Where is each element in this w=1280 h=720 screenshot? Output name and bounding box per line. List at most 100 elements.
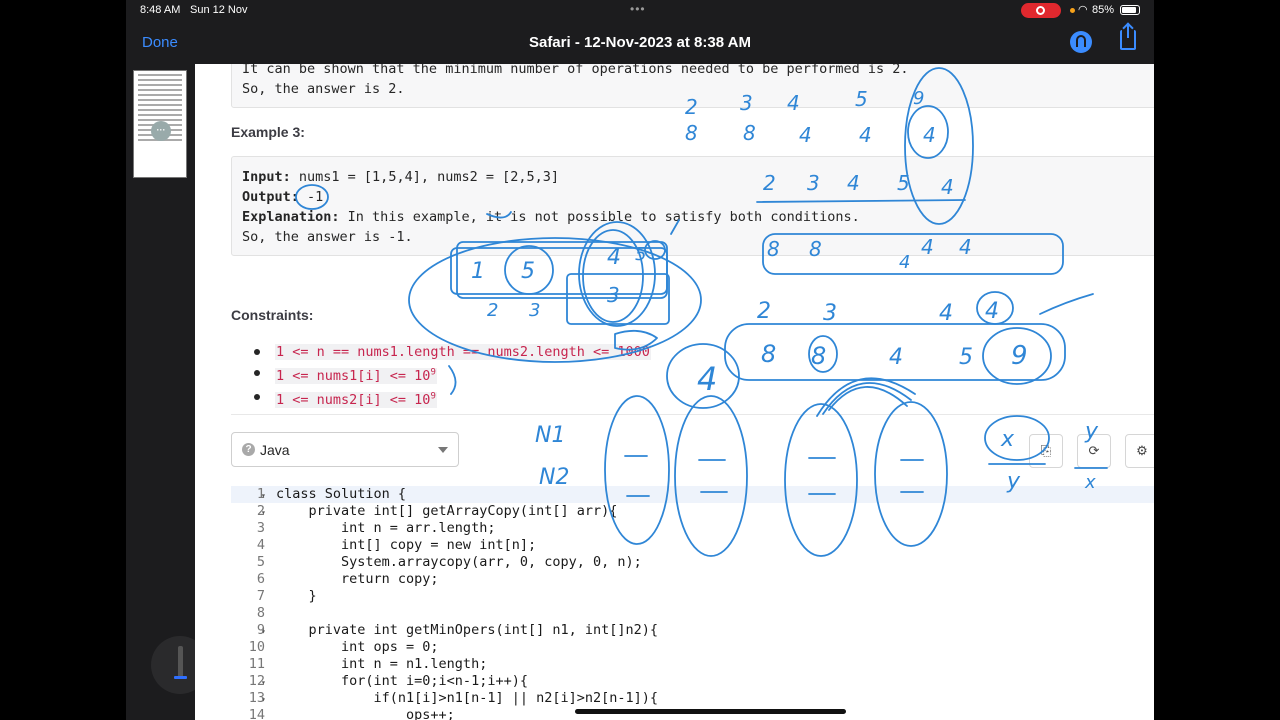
example-3-heading: Example 3: xyxy=(231,124,305,140)
code-line[interactable]: 12 ▾ for(int i=0;i<n-1;i++){ xyxy=(231,673,1154,690)
output-label: Output: xyxy=(242,189,299,205)
fold-toggle-icon[interactable]: ▾ xyxy=(261,623,266,640)
ink-middle-numbers: 2 3 4 4 8 8 4 5 9 xyxy=(724,291,1094,385)
example-3-last-line: So, the answer is -1. xyxy=(242,229,413,245)
home-indicator[interactable] xyxy=(575,709,846,714)
ink-letter: x xyxy=(1000,427,1015,452)
code-text: int[] copy = new int[n]; xyxy=(276,537,537,553)
code-text: return copy; xyxy=(276,571,439,587)
ink-digit: 2 xyxy=(487,300,498,321)
input-value: nums1 = [1,5,4], nums2 = [2,5,3] xyxy=(290,169,559,185)
battery-icon xyxy=(1120,5,1140,15)
line-number: 10 xyxy=(248,639,265,655)
code-line[interactable]: 8 xyxy=(231,605,1154,622)
fold-toggle-icon[interactable]: ▾ xyxy=(261,487,266,504)
fold-toggle-icon[interactable]: ▾ xyxy=(261,504,266,521)
line-number: 3 xyxy=(256,520,265,536)
code-text: class Solution { xyxy=(276,486,407,502)
ink-digit: 8 xyxy=(811,342,826,370)
ink-digit: 3 xyxy=(529,300,540,321)
more-options-icon[interactable]: ··· xyxy=(151,121,171,141)
code-line[interactable]: 11 int n = n1.length; xyxy=(231,656,1154,673)
mic-indicator-icon xyxy=(1070,8,1075,13)
code-snippet-button[interactable]: ⎘ xyxy=(1029,434,1063,468)
code-text: private int getMinOpers(int[] n1, int[]n… xyxy=(276,622,659,638)
markup-icon[interactable] xyxy=(1070,31,1092,53)
status-time: 8:48 AM xyxy=(140,4,181,16)
line-number: 5 xyxy=(256,554,265,570)
constraint-item: 1 <= nums1[i] <= 109 xyxy=(251,363,651,387)
screen-recording-icon[interactable] xyxy=(1021,3,1061,18)
code-text: if(n1[i]>n1[n-1] || n2[i]>n2[n-1]){ xyxy=(276,690,659,706)
status-bar: 8:48 AM Sun 12 Nov ••• ◠ 85% xyxy=(126,0,1154,22)
help-icon: ? xyxy=(242,443,255,456)
code-text: for(int i=0;i<n-1;i++){ xyxy=(276,673,528,689)
code-editor[interactable]: 1 ▾ class Solution {2 ▾ private int[] getAr… xyxy=(231,486,1154,720)
language-value: Java xyxy=(260,442,290,458)
code-text: } xyxy=(276,588,317,604)
output-value: -1 xyxy=(298,189,324,205)
ink-digit: 3 xyxy=(823,301,837,326)
example-2-block: It can be shown that the minimum number … xyxy=(231,64,1154,108)
code-line[interactable]: 1 ▾ class Solution { xyxy=(231,486,1154,503)
ink-digit: 4 xyxy=(985,299,999,324)
battery-percent: 85% xyxy=(1092,4,1115,16)
multitask-dots-icon[interactable]: ••• xyxy=(630,2,646,16)
ink-digit: 5 xyxy=(959,345,973,370)
divider xyxy=(231,414,1154,415)
line-number: 8 xyxy=(256,605,265,621)
constraint-item: 1 <= n == nums1.length == nums2.length <… xyxy=(251,342,651,363)
ink-digit: 5 xyxy=(521,259,535,284)
ink-digit: 2 xyxy=(757,299,771,324)
ipad-screen: 8:48 AM Sun 12 Nov ••• ◠ 85% Done Safari… xyxy=(126,0,1154,720)
code-line[interactable]: 2 ▾ private int[] getArrayCopy(int[] arr)… xyxy=(231,503,1154,520)
ink-circled-four: 4 xyxy=(666,343,740,409)
document-page: It can be shown that the minimum number … xyxy=(195,64,1154,720)
constraint-exponent: 9 xyxy=(430,391,436,402)
page-thumbnail[interactable]: ··· xyxy=(133,70,187,178)
fold-toggle-icon[interactable]: ▾ xyxy=(261,674,266,691)
ink-digit: 4 xyxy=(799,123,812,147)
code-line[interactable]: 13 ▾ if(n1[i]>n1[n-1] || n2[i]>n2[n-1]){ xyxy=(231,690,1154,707)
nav-bar: Done Safari - 12-Nov-2023 at 8:38 AM xyxy=(126,22,1154,64)
reset-code-button[interactable]: ⟳ xyxy=(1077,434,1111,468)
constraint-code: 1 <= nums1[i] <= 10 xyxy=(276,368,431,384)
fold-toggle-icon[interactable]: ▾ xyxy=(261,691,266,708)
line-number: 11 xyxy=(248,656,265,672)
line-number: 13 xyxy=(248,690,265,706)
code-text: int n = n1.length; xyxy=(276,656,488,672)
line-number: 2 xyxy=(256,503,265,519)
ink-digit: 4 xyxy=(923,123,936,147)
ink-digit: 9 xyxy=(1011,341,1028,371)
constraint-exponent: 9 xyxy=(430,367,436,378)
code-line[interactable]: 3 int n = arr.length; xyxy=(231,520,1154,537)
constraints-list: 1 <= n == nums1.length == nums2.length <… xyxy=(251,342,651,411)
line-number: 7 xyxy=(256,588,265,604)
ink-digit: 8 xyxy=(685,121,698,145)
code-text: System.arraycopy(arr, 0, copy, 0, n); xyxy=(276,554,642,570)
ink-digit: 4 xyxy=(939,301,953,326)
settings-button[interactable]: ⚙ xyxy=(1125,434,1154,468)
code-line[interactable]: 9 ▾ private int getMinOpers(int[] n1, int… xyxy=(231,622,1154,639)
input-label: Input: xyxy=(242,169,291,185)
ink-digit: 4 xyxy=(889,345,903,370)
line-number: 9 xyxy=(256,622,265,638)
constraints-heading: Constraints: xyxy=(231,307,314,323)
constraint-code: 1 <= n == nums1.length == nums2.length <… xyxy=(275,344,651,360)
code-line[interactable]: 10 int ops = 0; xyxy=(231,639,1154,656)
ink-digit: 1 xyxy=(471,259,485,284)
code-line[interactable]: 7 } xyxy=(231,588,1154,605)
status-date: Sun 12 Nov xyxy=(190,4,248,16)
code-line[interactable]: 5 System.arraycopy(arr, 0, copy, 0, n); xyxy=(231,554,1154,571)
code-text: int ops = 0; xyxy=(276,639,439,655)
ink-label: N1 xyxy=(535,423,565,448)
code-line[interactable]: 4 int[] copy = new int[n]; xyxy=(231,537,1154,554)
share-icon[interactable] xyxy=(1120,24,1136,50)
line-number: 14 xyxy=(248,707,265,720)
ink-digit: 8 xyxy=(743,121,756,145)
line-number: 4 xyxy=(256,537,265,553)
code-line[interactable]: 6 return copy; xyxy=(231,571,1154,588)
language-select[interactable]: ? Java xyxy=(231,432,459,467)
explanation-value: In this example, it is not possible to s… xyxy=(339,209,860,225)
page-thumbnail-sidebar: ··· xyxy=(126,64,209,720)
